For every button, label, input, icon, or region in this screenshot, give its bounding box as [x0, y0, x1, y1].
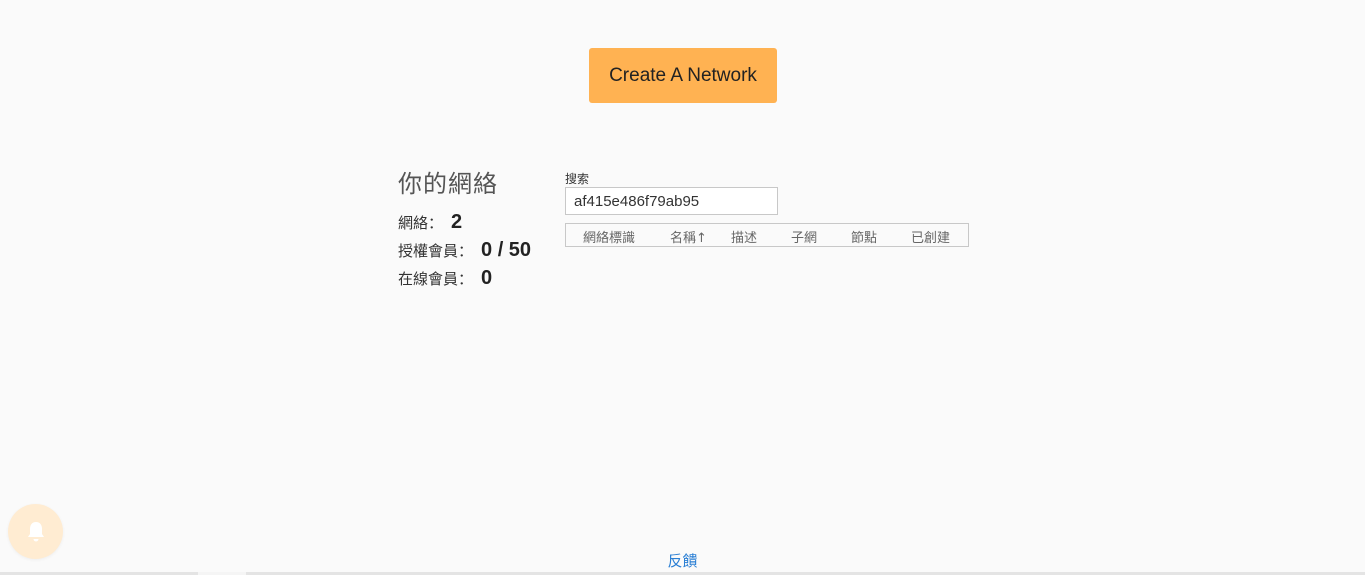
stat-authorized-value: 0 / 50 [481, 239, 532, 261]
create-network-button[interactable]: Create A Network [589, 48, 777, 103]
column-subnet[interactable]: 子網 [791, 227, 817, 246]
networks-table-header: 網絡標識 名稱↑ 描述 子網 節點 已創建 [565, 223, 969, 247]
column-created[interactable]: 已創建 [911, 227, 950, 246]
stat-authorized-label: 授權會員： [398, 242, 474, 260]
stat-networks-label: 網絡： [398, 214, 444, 232]
stat-online-members: 在線會員： 0 [398, 267, 531, 295]
stat-authorized-members: 授權會員： 0 / 50 [398, 239, 531, 267]
stat-online-label: 在線會員： [398, 270, 474, 288]
stats-title: 你的網絡 [398, 170, 498, 198]
network-stats-panel: 你的網絡 網絡： 2 授權會員： 0 / 50 在線會員： 0 [398, 164, 531, 295]
feedback-link[interactable]: 反饋 [0, 550, 1365, 571]
stat-networks-value: 2 [451, 211, 463, 233]
column-name[interactable]: 名稱↑ [670, 227, 707, 246]
column-description[interactable]: 描述 [731, 227, 757, 246]
search-label: 搜索 [565, 172, 590, 186]
column-nodes[interactable]: 節點 [851, 227, 877, 246]
bell-icon [27, 521, 44, 541]
search-input[interactable] [565, 187, 778, 215]
stat-networks: 網絡： 2 [398, 211, 531, 239]
page: Create A Network 你的網絡 網絡： 2 授權會員： 0 / 50… [0, 0, 1365, 575]
stat-online-value: 0 [481, 267, 493, 289]
column-network-id[interactable]: 網絡標識 [583, 227, 635, 246]
